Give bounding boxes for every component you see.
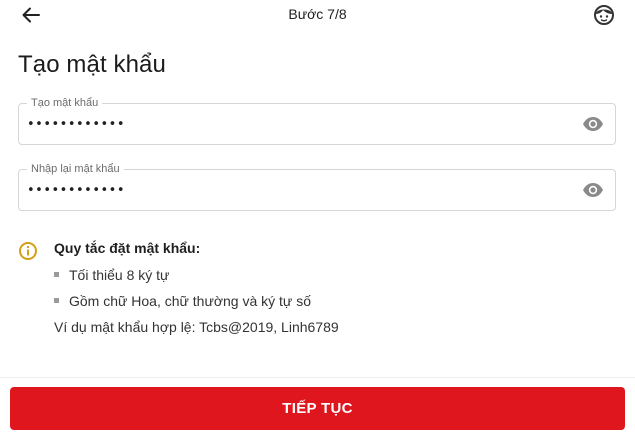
password-example: Ví dụ mật khẩu hợp lệ: Tcbs@2019, Linh67… [54, 319, 339, 335]
rule-text: Gồm chữ Hoa, chữ thường và ký tự số [69, 293, 311, 309]
step-indicator: Bước 7/8 [288, 6, 347, 22]
info-icon [19, 242, 37, 260]
rule-text: Tối thiểu 8 ký tự [69, 267, 170, 283]
rule-item: Tối thiểu 8 ký tự [54, 267, 169, 283]
support-button[interactable] [591, 2, 617, 28]
eye-icon [583, 183, 603, 197]
footer-divider [0, 377, 635, 378]
confirm-password-field[interactable]: Nhập lại mật khẩu [18, 162, 616, 211]
confirm-password-input[interactable] [27, 170, 567, 210]
password-input[interactable] [27, 104, 567, 144]
toggle-confirm-password-visibility-button[interactable] [581, 179, 605, 201]
eye-icon [583, 117, 603, 131]
rules-title: Quy tắc đặt mật khẩu: [54, 240, 201, 256]
continue-button[interactable]: TIẾP TỤC [10, 387, 625, 430]
rule-item: Gồm chữ Hoa, chữ thường và ký tự số [54, 293, 311, 309]
bullet-icon [54, 271, 59, 277]
page-title: Tạo mật khẩu [18, 51, 166, 78]
toggle-password-visibility-button[interactable] [581, 113, 605, 135]
password-field[interactable]: Tạo mật khẩu [18, 96, 616, 145]
top-bar: Bước 7/8 [0, 0, 635, 30]
support-agent-icon [594, 5, 614, 25]
bullet-icon [54, 297, 59, 303]
